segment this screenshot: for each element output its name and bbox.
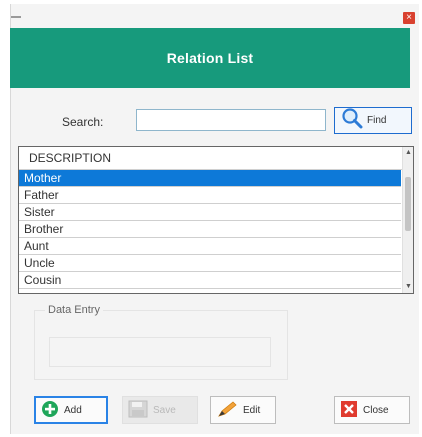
scroll-down-icon[interactable]: ▼ bbox=[403, 281, 413, 293]
list-item[interactable]: Aunt bbox=[19, 238, 401, 255]
data-entry-field[interactable] bbox=[49, 337, 271, 367]
list-item[interactable]: Uncle bbox=[19, 255, 401, 272]
close-button[interactable]: Close bbox=[334, 396, 410, 424]
floppy-disk-icon bbox=[128, 400, 148, 421]
title-banner: Relation List bbox=[10, 28, 410, 88]
window-close-icon[interactable]: × bbox=[403, 12, 415, 24]
list-item[interactable]: Father bbox=[19, 187, 401, 204]
data-entry-group: Data Entry bbox=[34, 304, 288, 380]
page-title: Relation List bbox=[166, 50, 254, 66]
edit-button-label: Edit bbox=[243, 404, 261, 416]
scroll-thumb[interactable] bbox=[405, 177, 411, 231]
list-item[interactable]: Sister bbox=[19, 204, 401, 221]
find-button-label: Find bbox=[367, 115, 387, 126]
search-input[interactable] bbox=[136, 109, 326, 131]
close-button-label: Close bbox=[363, 404, 389, 416]
list-item[interactable]: Cousin bbox=[19, 272, 401, 289]
list-body: Mother Father Sister Brother Aunt Uncle … bbox=[19, 170, 401, 289]
list-item[interactable]: Mother bbox=[19, 170, 401, 187]
search-row: Search: Find bbox=[0, 106, 420, 136]
pencil-icon bbox=[216, 400, 238, 421]
edit-button[interactable]: Edit bbox=[210, 396, 276, 424]
data-entry-title: Data Entry bbox=[45, 304, 103, 316]
save-button[interactable]: Save bbox=[122, 396, 198, 424]
add-button-label: Add bbox=[64, 404, 82, 416]
relation-list[interactable]: DESCRIPTION Mother Father Sister Brother… bbox=[18, 146, 414, 294]
list-scrollbar[interactable]: ▲ ▼ bbox=[402, 147, 413, 293]
search-label: Search: bbox=[62, 115, 104, 129]
plus-circle-icon bbox=[41, 400, 59, 421]
list-item[interactable]: Brother bbox=[19, 221, 401, 238]
find-button[interactable]: Find bbox=[334, 107, 412, 134]
magnifier-icon bbox=[341, 107, 363, 134]
close-x-icon bbox=[340, 400, 358, 421]
scroll-up-icon[interactable]: ▲ bbox=[403, 147, 413, 159]
save-button-label: Save bbox=[153, 404, 176, 416]
add-button[interactable]: Add bbox=[34, 396, 108, 424]
window-edge-mark bbox=[11, 16, 21, 18]
column-header-description[interactable]: DESCRIPTION bbox=[19, 147, 413, 170]
